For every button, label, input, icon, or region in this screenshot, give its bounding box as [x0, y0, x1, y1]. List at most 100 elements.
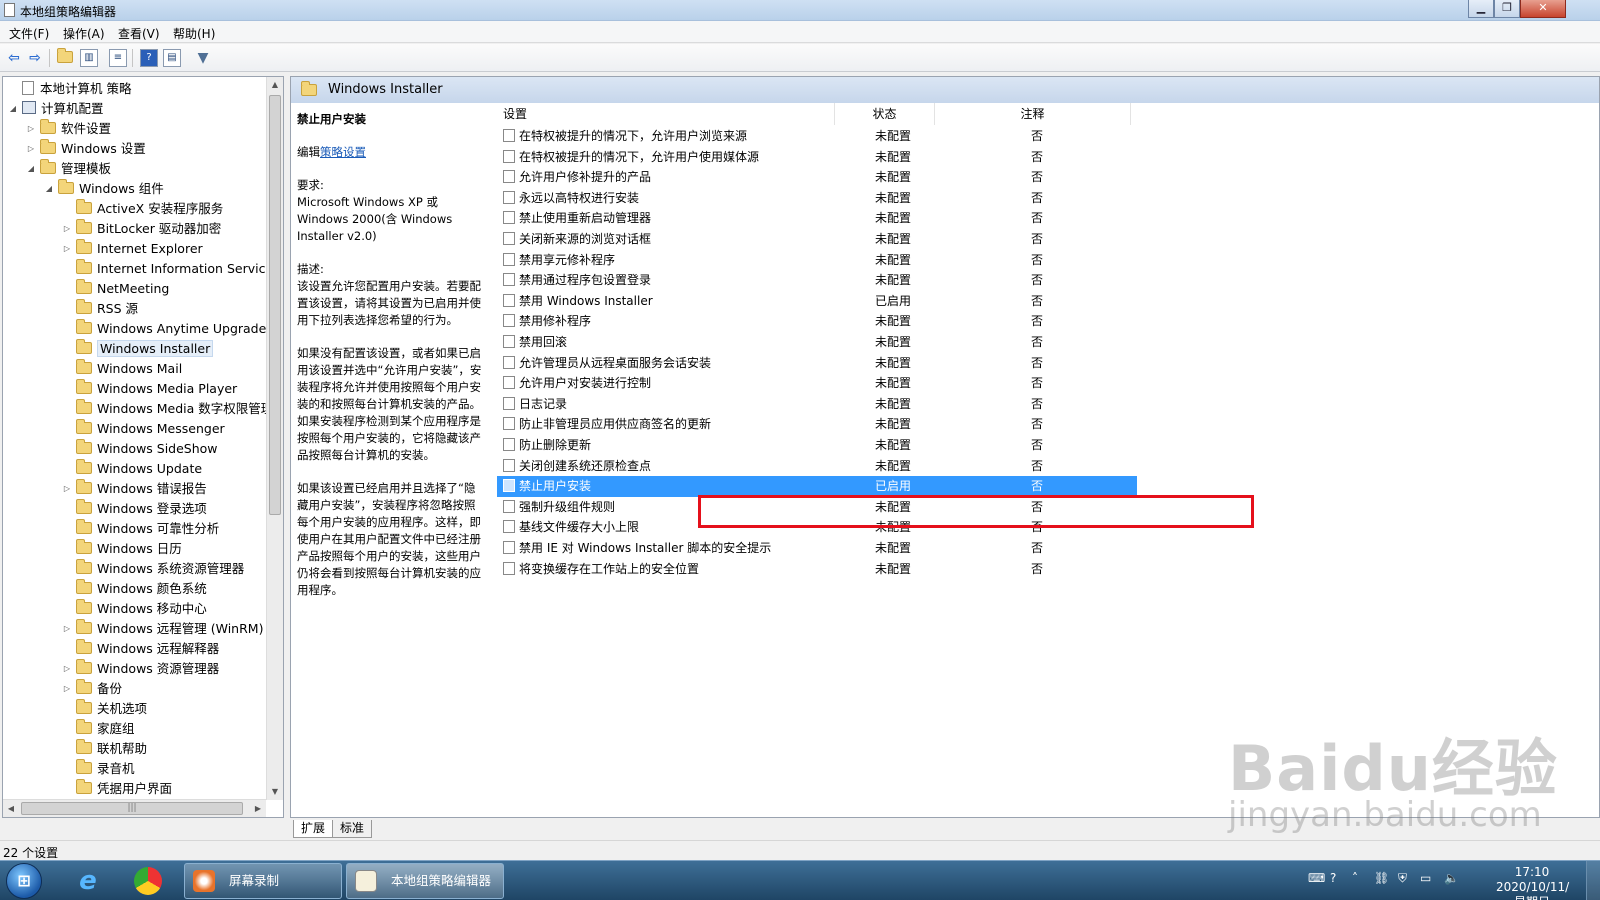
table-row[interactable]: 强制升级组件规则 未配置 否 — [497, 497, 1147, 518]
menu-view[interactable]: 查看(V) — [118, 25, 160, 42]
tree-item[interactable]: 关机选项 — [61, 699, 147, 718]
menu-file[interactable]: 文件(F) — [9, 25, 49, 42]
table-row[interactable]: 将变换缓存在工作站上的安全位置 未配置 否 — [497, 559, 1147, 580]
tree-item[interactable]: Windows Anytime Upgrade — [61, 319, 266, 338]
keyboard-icon[interactable]: ⌨ — [1308, 871, 1325, 885]
tree-item[interactable]: ◢ Windows 组件 — [43, 179, 164, 198]
help-icon[interactable]: ? — [140, 49, 158, 67]
tree-item[interactable]: Internet Information Services — [61, 259, 280, 278]
tree-item[interactable]: 录音机 — [61, 759, 135, 778]
table-row[interactable]: 禁止用户安装 已启用 否 — [497, 476, 1137, 498]
tree-item[interactable]: Windows Media Player — [61, 379, 237, 398]
taskbar-screen-recorder[interactable]: 屏幕录制 — [184, 863, 342, 899]
tab-standard[interactable]: 标准 — [332, 820, 373, 838]
table-row[interactable]: 禁用回滚 未配置 否 — [497, 332, 1147, 353]
tree-item[interactable]: ▷ 备份 — [61, 679, 122, 698]
scroll-up-icon[interactable]: ▲ — [267, 77, 283, 93]
table-row[interactable]: 允许用户修补提升的产品 未配置 否 — [497, 167, 1147, 188]
network-icon[interactable]: ⛓ — [1374, 871, 1389, 885]
tree-item[interactable]: Windows Mail — [61, 359, 182, 378]
tree-item[interactable]: Windows 颜色系统 — [61, 579, 207, 598]
start-button[interactable]: ⊞ — [6, 863, 42, 899]
tree-item[interactable]: ▷ Windows 设置 — [25, 139, 146, 158]
table-row[interactable]: 在特权被提升的情况下，允许用户使用媒体源 未配置 否 — [497, 147, 1147, 168]
expand-arrow-icon[interactable]: ▷ — [61, 619, 73, 638]
table-row[interactable]: 允许用户对安装进行控制 未配置 否 — [497, 373, 1147, 394]
maximize-button[interactable]: ❐ — [1494, 0, 1520, 18]
show-desktop-button[interactable] — [1586, 861, 1600, 900]
table-row[interactable]: 禁用享元修补程序 未配置 否 — [497, 250, 1147, 271]
security-shield-icon[interactable]: ⛨ — [1398, 871, 1407, 886]
tree-item[interactable]: ▷ BitLocker 驱动器加密 — [61, 219, 221, 238]
table-row[interactable]: 禁用通过程序包设置登录 未配置 否 — [497, 270, 1147, 291]
tree-item[interactable]: ▷ Windows 资源管理器 — [61, 659, 219, 678]
menu-action[interactable]: 操作(A) — [63, 25, 105, 42]
tree-vertical-scrollbar[interactable]: ▲ ▼ — [266, 77, 283, 800]
table-row[interactable]: 禁止使用重新启动管理器 未配置 否 — [497, 208, 1147, 229]
action-center-icon[interactable]: ▭ — [1420, 871, 1431, 885]
column-header-note[interactable]: 注释 — [935, 103, 1131, 125]
help-tray-icon[interactable]: ? — [1330, 871, 1336, 885]
table-row[interactable]: 关闭创建系统还原检查点 未配置 否 — [497, 456, 1147, 477]
tree-item[interactable]: ◢ 管理模板 — [25, 159, 111, 178]
expand-arrow-icon[interactable]: ▷ — [25, 139, 37, 158]
tree-item[interactable]: NetMeeting — [61, 279, 169, 298]
tree-item[interactable]: ▷ 软件设置 — [25, 119, 111, 138]
column-header-setting[interactable]: 设置 — [497, 103, 835, 125]
minimize-button[interactable]: ▁ — [1468, 0, 1494, 18]
tree-item[interactable]: 联机帮助 — [61, 739, 147, 758]
column-header-state[interactable]: 状态 — [835, 103, 935, 125]
scroll-right-icon[interactable]: ▶ — [250, 800, 266, 817]
forward-icon[interactable]: ⇨ — [26, 49, 44, 67]
expand-arrow-icon[interactable]: ▷ — [61, 219, 73, 238]
tree-item[interactable]: Windows 登录选项 — [61, 499, 207, 518]
table-row[interactable]: 防止删除更新 未配置 否 — [497, 435, 1147, 456]
scroll-thumb[interactable]: ||| — [21, 802, 243, 815]
tree-item[interactable]: Windows Installer — [61, 339, 214, 358]
internet-explorer-icon[interactable]: e — [70, 865, 106, 897]
taskbar-gpedit[interactable]: 本地组策略编辑器 — [346, 863, 504, 899]
table-row[interactable]: 允许管理员从远程桌面服务会话安装 未配置 否 — [497, 353, 1147, 374]
tree-item[interactable]: ▷ Windows 远程管理 (WinRM) — [61, 619, 263, 638]
table-row[interactable]: 禁用 IE 对 Windows Installer 脚本的安全提示 未配置 否 — [497, 538, 1147, 559]
tree-item[interactable]: Windows SideShow — [61, 439, 218, 458]
tree-item[interactable]: Windows Messenger — [61, 419, 225, 438]
filter-icon[interactable]: ▼ — [194, 49, 212, 67]
scroll-down-icon[interactable]: ▼ — [267, 784, 283, 800]
back-icon[interactable]: ⇦ — [5, 49, 23, 67]
tree-item[interactable]: ▷ Internet Explorer — [61, 239, 203, 258]
scroll-thumb[interactable] — [269, 95, 281, 515]
tree-item[interactable]: ▷ Windows 错误报告 — [61, 479, 207, 498]
tree-item[interactable]: Windows Media 数字权限管理 — [61, 399, 273, 418]
collapse-arrow-icon[interactable]: ◢ — [43, 179, 55, 198]
tree-item[interactable]: RSS 源 — [61, 299, 138, 318]
tree-item[interactable]: Windows 移动中心 — [61, 599, 207, 618]
tree-item[interactable]: Windows 可靠性分析 — [61, 519, 219, 538]
tree-item[interactable]: 本地计算机 策略 — [7, 79, 131, 98]
close-button[interactable]: ✕ — [1520, 0, 1566, 18]
tree-item[interactable]: ActiveX 安装程序服务 — [61, 199, 223, 218]
menu-help[interactable]: 帮助(H) — [173, 25, 215, 42]
tree-item[interactable]: ◢ 计算机配置 — [7, 99, 104, 118]
chrome-icon[interactable] — [130, 865, 166, 897]
table-row[interactable]: 禁用 Windows Installer 已启用 否 — [497, 291, 1147, 312]
export-list-icon[interactable]: ≡ — [109, 49, 127, 67]
tree-item[interactable]: 家庭组 — [61, 719, 135, 738]
tree-item[interactable]: 凭据用户界面 — [61, 779, 172, 798]
tree-horizontal-scrollbar[interactable]: ◀ ||| ▶ — [3, 799, 266, 817]
table-row[interactable]: 日志记录 未配置 否 — [497, 394, 1147, 415]
properties-icon[interactable]: ▤ — [163, 49, 181, 67]
table-row[interactable]: 永远以高特权进行安装 未配置 否 — [497, 188, 1147, 209]
tree-item[interactable]: Windows 日历 — [61, 539, 182, 558]
collapse-arrow-icon[interactable]: ◢ — [25, 159, 37, 178]
tree-item[interactable]: Windows 远程解释器 — [61, 639, 219, 658]
show-hidden-icons-icon[interactable]: ˄ — [1352, 871, 1358, 885]
show-hide-tree-icon[interactable]: ▥ — [80, 49, 98, 67]
tree-item[interactable]: Windows 系统资源管理器 — [61, 559, 244, 578]
expand-arrow-icon[interactable]: ▷ — [61, 239, 73, 258]
tab-extended[interactable]: 扩展 — [293, 820, 334, 838]
tree-item[interactable]: Windows Update — [61, 459, 202, 478]
up-folder-icon[interactable] — [56, 48, 74, 67]
table-row[interactable]: 基线文件缓存大小上限 未配置 否 — [497, 517, 1147, 538]
table-row[interactable]: 关闭新来源的浏览对话框 未配置 否 — [497, 229, 1147, 250]
